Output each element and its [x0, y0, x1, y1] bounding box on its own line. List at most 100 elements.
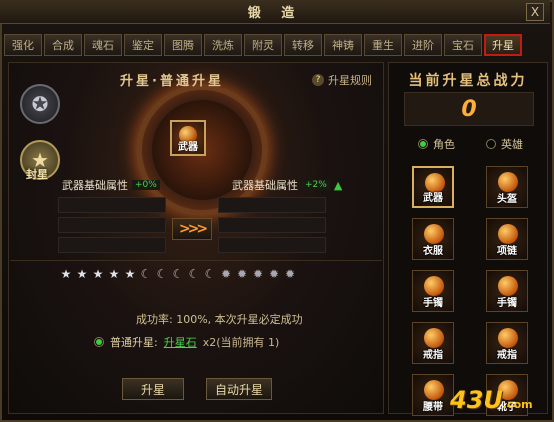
equip-slot-label: 腰带	[423, 402, 443, 413]
equip-slot-label: 头盔	[497, 194, 517, 205]
close-button[interactable]: X	[526, 3, 544, 21]
stat-bar	[58, 237, 166, 253]
tab-9[interactable]: 重生	[364, 34, 402, 56]
attr-next-label: 武器基础属性	[232, 179, 298, 192]
equip-slot-label: 衣服	[423, 246, 443, 257]
stat-bar	[58, 217, 166, 233]
star-icon: ★	[124, 267, 136, 281]
equip-slot-label: 戒指	[497, 350, 517, 361]
sun-icon: ✹	[284, 267, 296, 281]
auto-upgrade-button[interactable]: 自动升星	[206, 378, 272, 400]
equip-orb-icon	[424, 224, 444, 244]
equip-slot[interactable]: 项链	[486, 218, 528, 260]
equip-orb-icon	[498, 328, 518, 348]
tab-7[interactable]: 转移	[284, 34, 322, 56]
equip-slot[interactable]: 手镯	[412, 270, 454, 312]
moon-icon: ☾	[204, 267, 216, 281]
transfer-arrow-icon: >>>	[172, 218, 212, 240]
upgrade-mode-label: 普通升星:	[110, 336, 158, 349]
window-title: 锻 造	[247, 6, 303, 21]
star-icon: ★	[76, 267, 88, 281]
star-icon: ★	[92, 267, 104, 281]
sun-icon: ✹	[236, 267, 248, 281]
role-option[interactable]: 角色	[418, 136, 455, 152]
hero-option[interactable]: 英雄	[486, 136, 523, 152]
equip-orb-icon	[498, 172, 518, 192]
normal-upgrade-radio[interactable]	[94, 337, 104, 347]
tab-1[interactable]: 合成	[44, 34, 82, 56]
stat-bar	[218, 237, 326, 253]
equip-slot[interactable]: 戒指	[486, 322, 528, 364]
divider	[10, 260, 382, 261]
upgrade-mode-row: 普通升星: 升星石 x2(当前拥有 1)	[94, 334, 279, 350]
hero-radio[interactable]	[486, 139, 496, 149]
tab-2[interactable]: 魂石	[84, 34, 122, 56]
stone-count: x2(当前拥有 1)	[202, 336, 280, 349]
tab-0[interactable]: 强化	[4, 34, 42, 56]
tab-5[interactable]: 洗炼	[204, 34, 242, 56]
seal-label: 封星	[26, 168, 48, 181]
star-icon: ★	[60, 267, 72, 281]
tab-12[interactable]: 升星	[484, 34, 522, 56]
increase-arrow-icon: ▲	[333, 178, 343, 192]
role-radio[interactable]	[418, 139, 428, 149]
tab-11[interactable]: 宝石	[444, 34, 482, 56]
stat-bar	[218, 217, 326, 233]
equip-slot[interactable]: 衣服	[412, 218, 454, 260]
moon-icon: ☾	[188, 267, 200, 281]
tab-8[interactable]: 神铸	[324, 34, 362, 56]
power-title: 当前升星总战力	[408, 73, 528, 89]
attr-current-value: +0%	[132, 180, 160, 190]
moon-icon: ☾	[140, 267, 152, 281]
equip-orb-icon	[424, 276, 444, 296]
attr-next-value: +2%	[302, 180, 330, 190]
star-stone-link[interactable]: 升星石	[164, 334, 197, 350]
panel-title: 升星·普通升星	[120, 74, 224, 89]
power-value: 0	[461, 96, 477, 122]
rules-label: 升星规则	[328, 74, 372, 87]
help-icon: ?	[312, 74, 324, 86]
tab-10[interactable]: 进阶	[404, 34, 442, 56]
success-rate: 成功率: 100%, 本次升星必定成功	[136, 313, 303, 326]
tab-3[interactable]: 鉴定	[124, 34, 162, 56]
equip-orb-icon	[498, 276, 518, 296]
sun-icon: ✹	[268, 267, 280, 281]
equip-slot-label: 手镯	[497, 298, 517, 309]
title-bar: 锻 造 X	[0, 0, 550, 24]
equip-slot[interactable]: 手镯	[486, 270, 528, 312]
attr-current-label: 武器基础属性	[62, 179, 128, 192]
sun-icon: ✹	[252, 267, 264, 281]
site-watermark: 43U .com	[450, 386, 533, 414]
moon-icon: ☾	[156, 267, 168, 281]
target-item-slot[interactable]: 武器	[170, 120, 206, 156]
hero-label: 英雄	[501, 138, 523, 151]
watermark-domain: .com	[502, 398, 533, 411]
forge-tabs: 强化 合成 魂石 鉴定 图腾 洗炼 附灵 转移 神铸 重生 进阶 宝石 升星	[4, 34, 522, 56]
tab-4[interactable]: 图腾	[164, 34, 202, 56]
moon-icon: ☾	[172, 267, 184, 281]
equip-slot[interactable]: 武器	[412, 166, 454, 208]
equip-orb-icon	[424, 380, 444, 400]
stat-bar	[58, 197, 166, 213]
item-slot-label: 武器	[178, 142, 198, 153]
equip-orb-icon	[498, 224, 518, 244]
equip-slot-label: 武器	[423, 193, 443, 204]
attr-current: 武器基础属性 +0%	[62, 178, 160, 192]
upgrade-button[interactable]: 升星	[122, 378, 184, 400]
equip-slot[interactable]: 戒指	[412, 322, 454, 364]
equip-orb-icon	[424, 328, 444, 348]
role-label: 角色	[433, 138, 455, 151]
star-emblem-icon: ✪	[20, 84, 60, 124]
watermark-number: 43U	[450, 386, 503, 414]
rules-link[interactable]: ? 升星规则	[312, 72, 372, 88]
tab-6[interactable]: 附灵	[244, 34, 282, 56]
stat-bar	[218, 197, 326, 213]
star-icon: ★	[108, 267, 120, 281]
attr-next: 武器基础属性 +2% ▲	[232, 178, 343, 193]
sun-icon: ✹	[220, 267, 232, 281]
equip-slot[interactable]: 腰带	[412, 374, 454, 416]
power-box: 0	[404, 92, 534, 126]
equip-slot-label: 手镯	[423, 298, 443, 309]
equip-slot-label: 戒指	[423, 350, 443, 361]
equip-slot[interactable]: 头盔	[486, 166, 528, 208]
